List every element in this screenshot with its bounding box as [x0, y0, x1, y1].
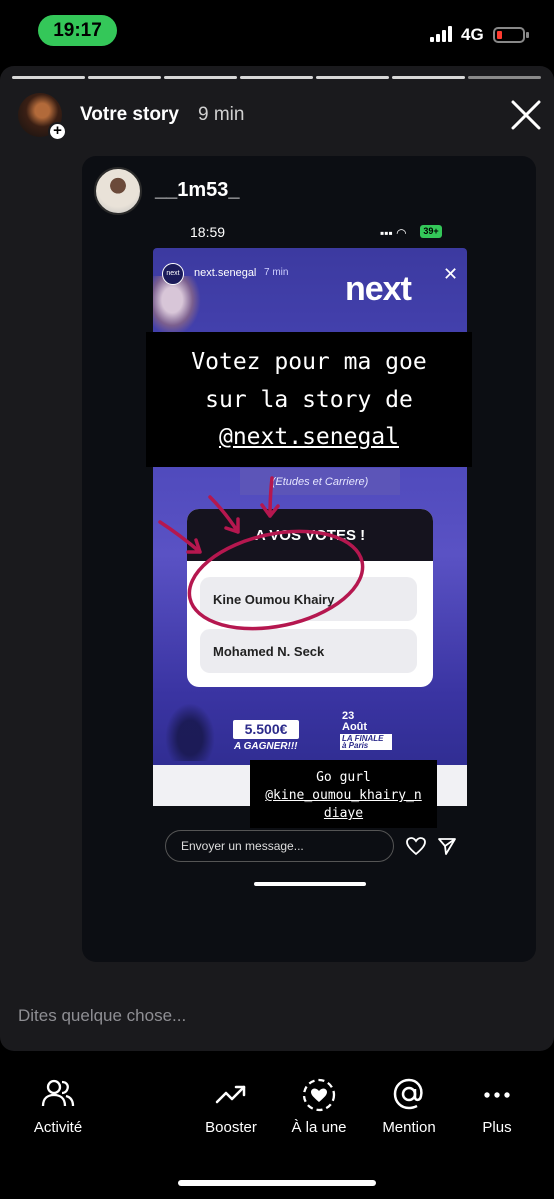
home-indicator: [178, 1180, 376, 1186]
boost-label: Booster: [205, 1119, 257, 1136]
caption-line-2: sur la story de: [205, 387, 413, 413]
caption-line-1: Votez pour ma goe: [191, 349, 427, 375]
caption2-mention-cont[interactable]: diaye: [250, 806, 437, 821]
more-dots-icon: [484, 1092, 510, 1098]
prize-amount: 5.500€: [233, 720, 299, 739]
finale-month: Août: [342, 721, 368, 733]
trend-up-icon: [215, 1085, 246, 1104]
finale-place: à Paris: [342, 741, 369, 750]
statue-illustration: [165, 703, 215, 761]
mention-button[interactable]: Mention: [364, 1077, 454, 1136]
boost-button[interactable]: Booster: [186, 1077, 276, 1136]
more-label: Plus: [482, 1119, 512, 1136]
people-icon: [41, 1079, 75, 1107]
highlight-heart-icon: [302, 1078, 336, 1112]
inner-home-indicator: [254, 882, 366, 886]
activity-button[interactable]: Activité: [13, 1077, 103, 1136]
activity-label: Activité: [33, 1119, 83, 1136]
heart-icon: [405, 836, 427, 856]
mention-label: Mention: [382, 1119, 436, 1136]
highlight-button[interactable]: À la une: [274, 1077, 364, 1136]
prize-label: A GAGNER!!!: [234, 741, 298, 752]
reply-input[interactable]: Dites quelque chose...: [18, 1006, 186, 1026]
finale-badge: LA FINALE à Paris: [340, 734, 392, 750]
highlight-label: À la une: [291, 1119, 347, 1136]
message-input: Envoyer un message...: [165, 830, 394, 862]
more-button[interactable]: Plus: [452, 1077, 542, 1136]
caption2-mention[interactable]: @kine_oumou_khairy_n: [250, 788, 437, 803]
send-icon: [437, 836, 457, 856]
caption-mention[interactable]: @next.senegal: [146, 424, 472, 450]
caption2-line-1: Go gurl: [316, 770, 371, 785]
at-icon: [393, 1078, 423, 1110]
